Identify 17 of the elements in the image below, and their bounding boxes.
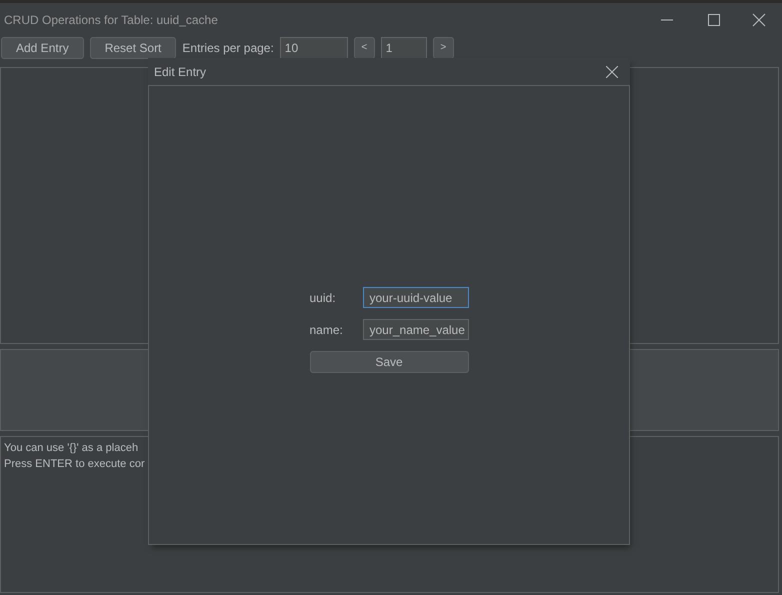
dialog-title: Edit Entry	[154, 64, 206, 80]
reset-sort-button[interactable]: Reset Sort	[90, 37, 176, 59]
page-field[interactable]: 1	[380, 37, 427, 59]
add-entry-button[interactable]: Add Entry	[1, 37, 84, 59]
field-label: name:	[310, 322, 344, 338]
previous-page-button[interactable]: <	[354, 37, 375, 59]
entries-field[interactable]: 10	[280, 37, 348, 59]
window-title: CRUD Operations for Table: uuid_cache	[4, 12, 218, 28]
console-text: Press ENTER to execute cor	[4, 457, 146, 472]
input-field[interactable]: your_name_value	[362, 319, 468, 340]
next-page-button[interactable]: >	[432, 37, 454, 59]
save-button[interactable]: Save	[310, 351, 468, 373]
console-text: You can use '{}' as a placeh	[4, 441, 140, 456]
field-label: uuid:	[310, 290, 337, 306]
close-icon[interactable]	[606, 66, 618, 78]
entries-label: Entries per page:	[182, 41, 274, 55]
input-field[interactable]: your-uuid-value	[362, 287, 468, 308]
